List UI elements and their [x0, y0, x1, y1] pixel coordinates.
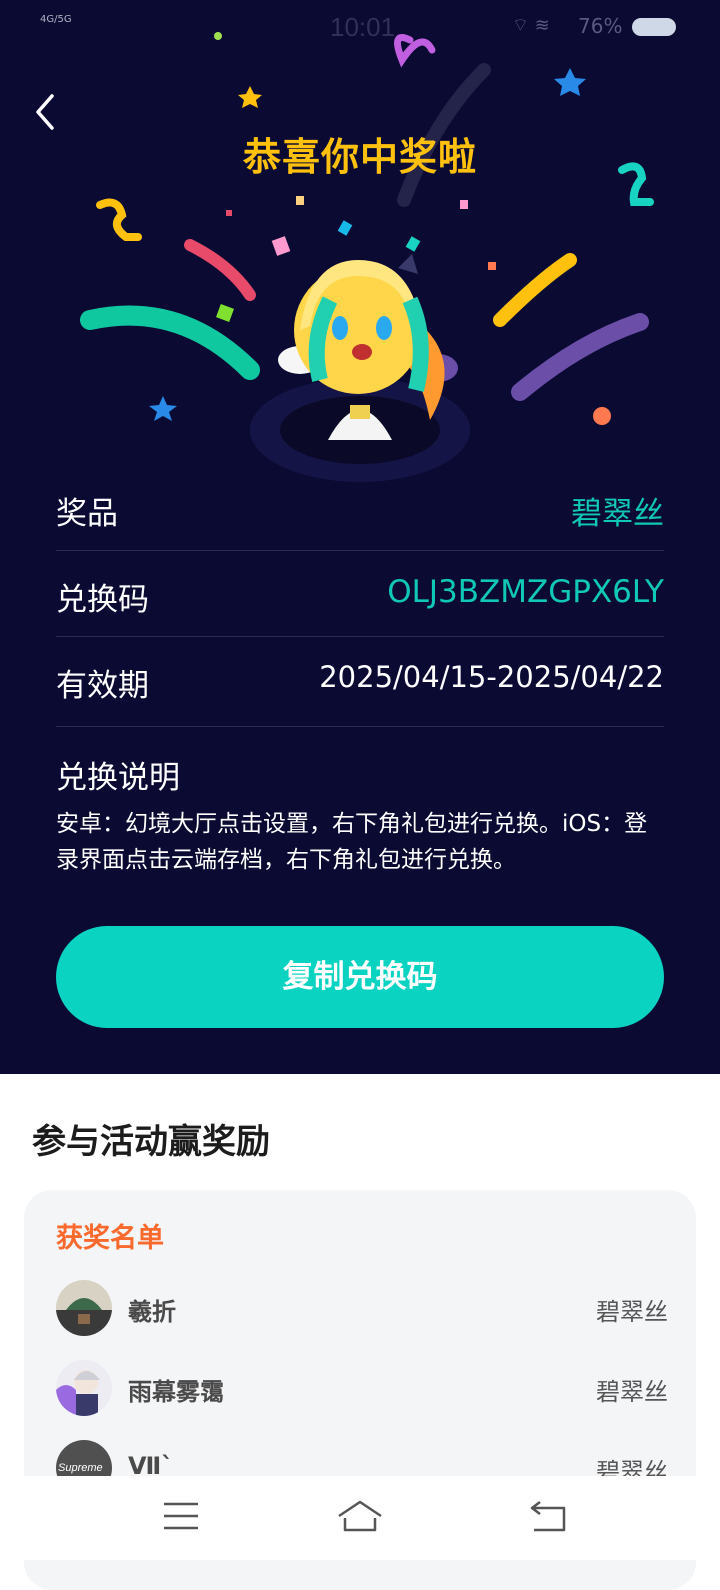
activity-section-title: 参与活动赢奖励: [32, 1122, 270, 1162]
prize-row: 奖品 碧翠丝: [56, 464, 664, 551]
home-button[interactable]: [335, 1496, 385, 1536]
prize-panel: 4G/5G 10:01 ⌔ ≋ 76% 恭喜你中奖啦 奖品 碧翠丝 兑换码 OL…: [0, 0, 720, 1074]
menu-icon: [164, 1502, 198, 1530]
prize-value: 碧翠丝: [571, 496, 664, 532]
redeem-code[interactable]: OLJ3BZMZGPX6LY: [387, 574, 664, 610]
instructions-title: 兑换说明: [56, 760, 180, 796]
validity-value: 2025/04/15-2025/04/22: [319, 660, 664, 694]
mascot-illustration: [250, 254, 470, 482]
prize-label: 奖品: [56, 496, 118, 532]
code-label: 兑换码: [56, 582, 149, 618]
avatar: [56, 1280, 112, 1336]
back-arrow-icon: [530, 1501, 566, 1532]
copy-code-button[interactable]: 复制兑换码: [56, 926, 664, 1028]
validity-label: 有效期: [56, 668, 149, 704]
page-title: 恭喜你中奖啦: [242, 135, 477, 179]
winner-name: 雨幕雾霭: [128, 1378, 224, 1406]
winner-item[interactable]: 雨幕雾霭 碧翠丝: [56, 1360, 668, 1420]
avatar: [56, 1360, 112, 1416]
instructions-text: 安卓：幻境大厅点击设置，右下角礼包进行兑换。iOS：登录界面点击云端存档，右下角…: [56, 811, 648, 873]
avatar-text: Supreme: [58, 1462, 103, 1474]
winner-prize: 碧翠丝: [596, 1378, 668, 1406]
winner-item[interactable]: 羲折 碧翠丝: [56, 1280, 668, 1340]
validity-row: 有效期 2025/04/15-2025/04/22: [56, 636, 664, 727]
winners-list-title: 获奖名单: [56, 1223, 164, 1254]
home-icon: [338, 1500, 382, 1532]
menu-button[interactable]: [156, 1496, 206, 1536]
winner-name: 羲折: [128, 1298, 176, 1326]
code-row: 兑换码 OLJ3BZMZGPX6LY: [56, 550, 664, 637]
winner-prize: 碧翠丝: [596, 1298, 668, 1326]
system-nav-bar: [0, 1476, 720, 1560]
back-nav-button[interactable]: [524, 1496, 574, 1536]
